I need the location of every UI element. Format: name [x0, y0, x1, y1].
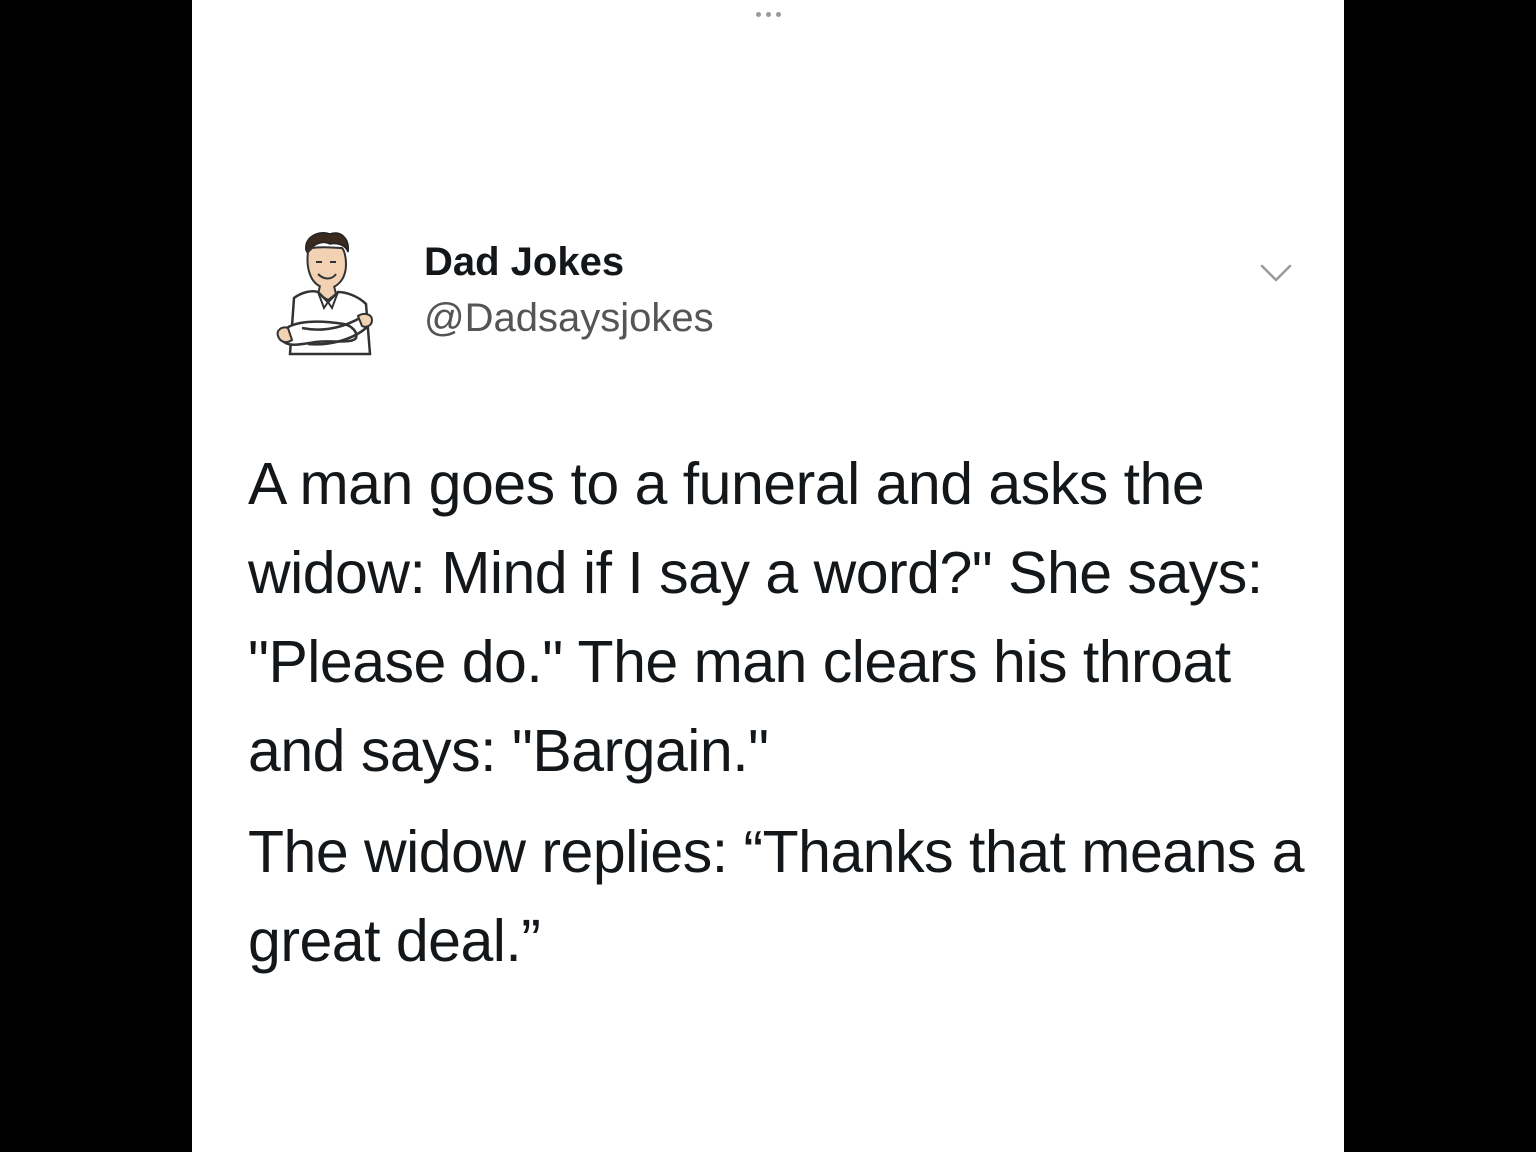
ellipsis-icon[interactable]: [720, 2, 816, 26]
chevron-down-icon[interactable]: [1256, 254, 1296, 290]
tweet-paragraph: The widow replies: “Thanks that means a …: [248, 819, 1305, 974]
tweet-paragraph: A man goes to a funeral and asks the wid…: [248, 451, 1263, 784]
author-display-name[interactable]: Dad Jokes: [424, 240, 624, 285]
tweet-card: Dad Jokes @Dadsaysjokes A man goes to a …: [192, 0, 1344, 1152]
author-handle[interactable]: @Dadsaysjokes: [424, 296, 714, 341]
tweet-text: A man goes to a funeral and asks the wid…: [248, 440, 1308, 986]
avatar[interactable]: [272, 228, 380, 358]
